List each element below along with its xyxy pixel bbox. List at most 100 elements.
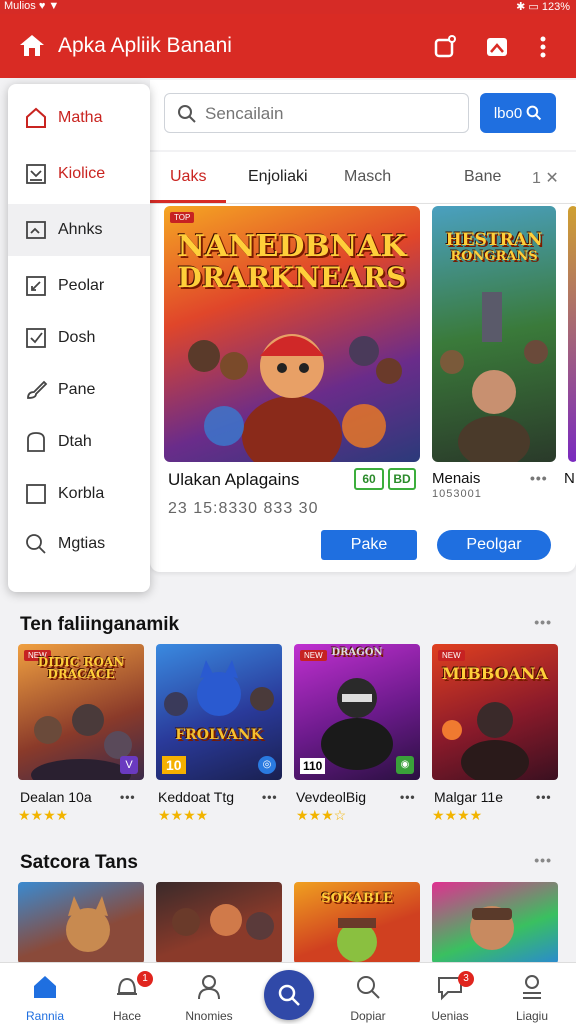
nav-uenias[interactable]: 3 Uenias <box>410 963 490 1024</box>
close-tabs-icon[interactable]: 1 ✕ <box>532 168 559 188</box>
drawer-item-label: Pane <box>58 381 96 398</box>
bookmark-icon[interactable] <box>484 34 510 60</box>
search-button-label: lbo0 <box>493 104 523 122</box>
art-title-line2: DRARKNEARS <box>177 261 407 294</box>
section-more-icon[interactable]: ••• <box>534 852 552 868</box>
more-vert-icon[interactable] <box>530 34 556 60</box>
third-game-name: N <box>564 470 575 487</box>
tile-more-icon[interactable]: ••• <box>120 790 136 804</box>
status-right: ✱ ▭ 123% <box>516 1 570 13</box>
drawer-item-korbla[interactable]: Korbla <box>8 468 150 520</box>
game-tile-name: VevdeolBig <box>296 789 367 805</box>
hero-character-icon <box>188 334 402 462</box>
get-button[interactable]: Peolgar <box>437 530 551 560</box>
edit-icon <box>26 276 46 296</box>
tile-art-title: SOKABLE <box>321 891 393 906</box>
featured-game-name: Ulakan Aplagains <box>168 470 300 489</box>
door-icon <box>27 432 45 452</box>
rating-stars: ★★★★ <box>432 807 483 823</box>
tile-more-icon[interactable]: ••• <box>536 790 552 804</box>
rating-stars: ★★★★ <box>18 807 69 823</box>
game-tile[interactable] <box>432 882 558 964</box>
tile-more-icon[interactable]: ••• <box>262 790 278 804</box>
search-fab-button[interactable] <box>264 970 314 1020</box>
nav-hace[interactable]: 1 Hace <box>87 963 167 1024</box>
tab-enjoliaki[interactable]: Enjoliaki <box>248 168 308 186</box>
drawer-item-dosh[interactable]: Dosh <box>8 312 150 364</box>
search-button[interactable]: lbo0 <box>480 93 556 133</box>
drawer-item-peolar[interactable]: Peolar <box>8 260 150 312</box>
drawer-item-label: Dosh <box>58 329 96 346</box>
featured-carousel: TOP NANEDBNAK DRARKNEARS HESTRAN RONGRAN… <box>150 204 576 572</box>
nav-rannia[interactable]: Rannia <box>5 963 85 1024</box>
warrior-icon <box>442 702 529 780</box>
search-input[interactable] <box>205 103 455 125</box>
rating-pill-2: BD <box>388 468 416 490</box>
install-button[interactable]: Pake <box>321 530 417 560</box>
status-left: Mulios ♥ ▼ <box>4 0 60 12</box>
game-tile[interactable]: NEW MIBBOANA <box>432 644 558 780</box>
drawer-item-dtah[interactable]: Dtah <box>8 416 150 468</box>
drawer-item-mgtias[interactable]: Mgtias <box>8 518 150 570</box>
nav-label: Hace <box>112 1009 141 1023</box>
drawer-item-label: Kiolice <box>58 165 106 182</box>
rating-stars: ★★★★ <box>158 807 209 823</box>
game-tile[interactable] <box>156 882 282 964</box>
drawer-item-ahnks[interactable]: Ahnks <box>8 204 150 256</box>
rating-pill-1: 60 <box>354 468 384 490</box>
category-tabs: Uaks Enjoliaki Masch Bane 1 ✕ <box>150 152 576 204</box>
second-art-title-line1: HESTRAN <box>445 230 543 250</box>
featured-game-image[interactable]: TOP NANEDBNAK DRARKNEARS <box>164 206 420 462</box>
nav-nnomies[interactable]: Nnomies <box>169 963 249 1024</box>
rating-stars: ★★★☆ <box>296 807 347 823</box>
tab-bane[interactable]: Bane <box>464 168 501 186</box>
tab-masch[interactable]: Masch <box>344 168 391 186</box>
inbox-icon <box>26 164 46 184</box>
app-title: Apka Apliik Banani <box>58 34 232 57</box>
drawer-item-kiolice[interactable]: Kiolice <box>8 148 150 200</box>
second-game-meta: 1053001 <box>432 488 482 500</box>
game-tile[interactable]: SOKABLE <box>294 882 420 964</box>
more-options-icon[interactable]: ••• <box>530 470 548 486</box>
badge-top: TOP <box>170 212 195 223</box>
tile-level-badge: 110 <box>300 758 326 774</box>
tile-corner-badge: ◎ <box>258 756 276 774</box>
section-title: Ten faliinganamik <box>20 614 180 635</box>
game-tile[interactable]: FROLVANK 10 ◎ <box>156 644 282 780</box>
drawer-item-label: Peolar <box>58 277 105 294</box>
search-icon <box>278 984 300 1006</box>
nav-label: Nnomies <box>185 1009 233 1023</box>
nav-badge: 3 <box>458 971 474 987</box>
game-tile[interactable]: NEW DIDIC ROAN DRACACE V <box>18 644 144 780</box>
person-icon <box>198 975 220 1000</box>
tile-art-title: MIBBOANA <box>442 664 548 683</box>
drawer-item-matha[interactable]: Matha <box>8 92 150 144</box>
search-bar: lbo0 <box>150 80 576 150</box>
second-art-title-line2: RONGRANS <box>450 249 538 264</box>
status-bar: Mulios ♥ ▼ ✱ ▭ 123% <box>0 0 576 14</box>
pilot-character-icon <box>470 906 514 950</box>
cat-character-icon <box>66 896 110 952</box>
home-icon[interactable] <box>18 32 46 60</box>
game-tile[interactable] <box>18 882 144 964</box>
notification-icon[interactable] <box>432 34 458 60</box>
tab-uaks[interactable]: Uaks <box>170 168 206 186</box>
game-tile[interactable]: NEW DRAGON 110 ◉ <box>294 644 420 780</box>
game-tile-name: Dealan 10a <box>20 789 92 805</box>
tile-more-icon[interactable]: ••• <box>400 790 416 804</box>
section-title: Satcora Tans <box>20 852 138 873</box>
game-tile-name: Malgar 11e <box>434 789 504 805</box>
nav-label: Rannia <box>25 1009 65 1023</box>
drawer-item-label: Matha <box>58 109 103 126</box>
drawer-item-pane[interactable]: Pane <box>8 364 150 416</box>
search-icon <box>178 105 196 123</box>
nav-dopiar[interactable]: Dopiar <box>328 963 408 1024</box>
section-more-icon[interactable]: ••• <box>534 614 552 630</box>
nav-liagiu[interactable]: Liagiu <box>492 963 572 1024</box>
heroes-icon <box>172 904 274 940</box>
nav-label: Liagiu <box>515 1009 549 1023</box>
search-field[interactable] <box>164 93 469 133</box>
second-game-image[interactable]: HESTRAN RONGRANS <box>432 206 556 462</box>
third-game-image[interactable] <box>568 206 576 462</box>
nav-label: Uenias <box>431 1009 469 1023</box>
